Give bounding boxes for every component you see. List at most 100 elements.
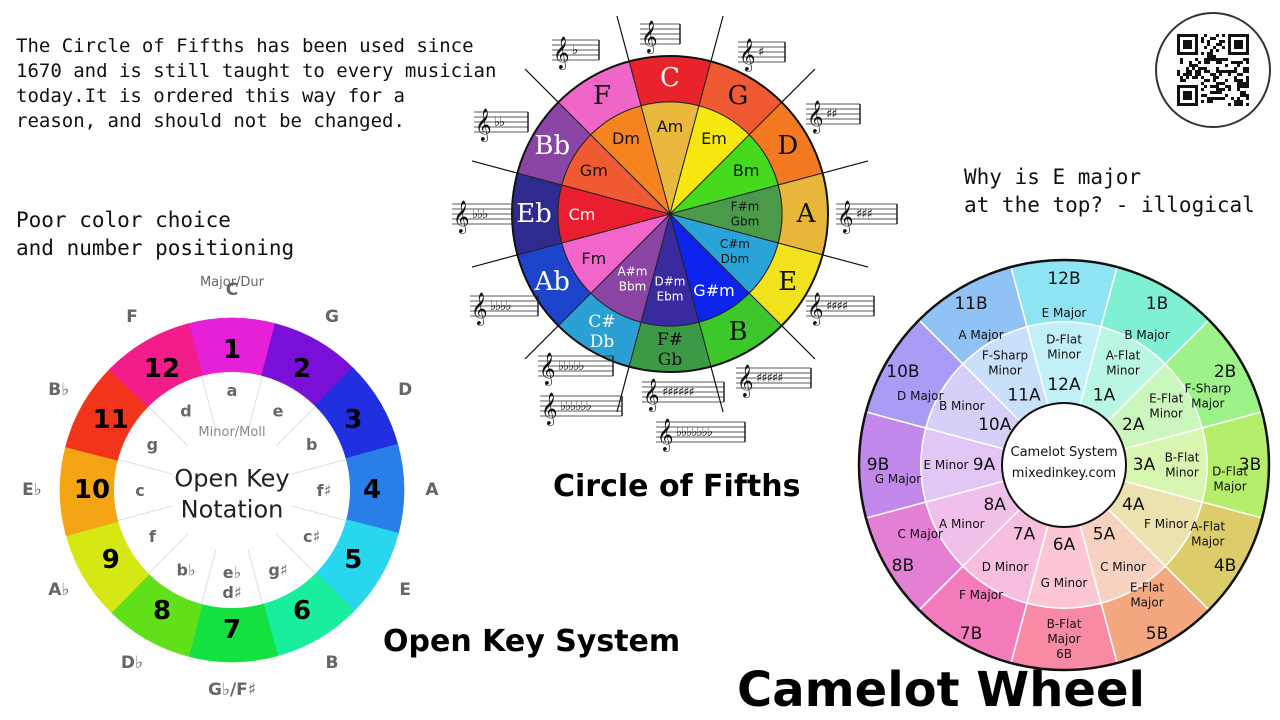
qr-code[interactable] [1155, 12, 1271, 128]
open-key-minor-label: g♯ [268, 560, 287, 579]
open-key-minor-label: b♭ [177, 560, 196, 579]
camelot-outer-code: 1B [1146, 294, 1168, 314]
minor-key-label: Bm [733, 161, 760, 180]
key-signature-accidentals: ♭♭♭♭♭♭ [560, 399, 592, 414]
minor-key-segment [590, 212, 671, 323]
major-key-label: Bb [534, 131, 570, 161]
inner-divider [231, 458, 347, 491]
camelot-inner-code: 2A [1122, 415, 1145, 435]
minor-key-segment [640, 101, 700, 216]
major-key-label: B [728, 317, 747, 347]
separator-line [669, 213, 724, 413]
inner-divider [231, 406, 316, 491]
open-key-minor-label: d [180, 401, 191, 420]
inner-divider [148, 406, 233, 491]
major-key-label: G [728, 81, 749, 111]
camelot-outer-segment [865, 318, 964, 429]
camelot-outer-label: B Major [1124, 328, 1169, 342]
camelot-inner-segment [1079, 507, 1167, 605]
minor-key-label: Dm [612, 128, 640, 147]
outer-ring-border [511, 55, 829, 373]
camelot-inner-segment [1122, 427, 1208, 503]
camelot-inner-segment [1026, 523, 1102, 609]
key-signature-staff: 𝄞 ♭♭♭♭♭ [538, 352, 614, 386]
camelot-inner-label: E-Flat Minor [1149, 392, 1184, 421]
inner-divider [117, 489, 233, 522]
inner-divider [231, 489, 264, 605]
camelot-inner-segment [1106, 480, 1204, 568]
minor-key-segment [640, 212, 700, 327]
camelot-center-title: Camelot System [1011, 445, 1118, 460]
key-signature-accidentals: ♭♭♭♭♭♭♭ [676, 425, 713, 440]
camelot-outer-label: D-Flat Major [1212, 465, 1248, 494]
camelot-inner-code: 8A [983, 495, 1006, 515]
circle-of-fifths-title: Circle of Fifths [553, 469, 801, 504]
minor-key-segment [668, 184, 783, 244]
color-choice-annotation: Poor color choice and number positioning [16, 208, 295, 260]
camelot-center-disc [1001, 402, 1127, 528]
camelot-outer-segment [917, 266, 1028, 365]
minor-key-segment [561, 213, 672, 294]
key-signature-accidentals: ♭♭♭♭♭ [558, 359, 585, 374]
svg-text:𝄞: 𝄞 [541, 392, 558, 426]
camelot-outer-label: F Major [959, 588, 1003, 602]
camelot-inner-segment [961, 325, 1049, 423]
open-key-major-label: F [126, 307, 138, 327]
camelot-inner-segment [924, 362, 1022, 450]
open-key-number: 1 [223, 335, 241, 365]
key-signature-accidentals: ♭♭♭ [472, 207, 488, 222]
minor-key-label: C#m Dbm [720, 237, 750, 266]
separator-line [669, 213, 816, 360]
open-key-major-label: C [226, 280, 238, 300]
camelot-inner-label: A Minor [939, 517, 985, 531]
open-key-major-label: E [399, 580, 411, 600]
open-key-major-label: A [425, 480, 439, 500]
major-key-segment [516, 242, 592, 327]
camelot-outer-label: D Major [897, 389, 943, 403]
svg-text:𝄞: 𝄞 [837, 200, 854, 234]
camelot-inner-code: 5A [1093, 524, 1116, 544]
camelot-inner-code: 10A [978, 415, 1012, 435]
major-key-segment [557, 60, 642, 136]
separator-line [669, 15, 724, 215]
key-ring-segment [65, 519, 150, 614]
camelot-inner-code: 7A [1013, 524, 1036, 544]
inner-divider [148, 489, 233, 574]
ring-background [60, 318, 404, 662]
open-key-number: 10 [74, 475, 110, 505]
camelot-inner-segment [1079, 325, 1167, 423]
camelot-outer-code: 9B [867, 455, 889, 475]
camelot-inner-label: G Minor [1041, 576, 1088, 590]
minor-key-segment [668, 213, 779, 294]
minor-key-label: Gm [580, 161, 608, 180]
key-ring-segment [185, 317, 279, 377]
open-key-number: 8 [153, 596, 171, 626]
open-key-number: 9 [102, 545, 120, 575]
key-signature-accidentals: ♭ [572, 43, 578, 58]
camelot-outer-code: 2B [1214, 362, 1236, 382]
minor-key-label: Cm [569, 205, 596, 224]
separator-line [471, 160, 671, 215]
key-signature-accidentals: ♯♯♯♯ [826, 299, 848, 314]
camelot-outer-label: G Major [875, 472, 921, 486]
major-key-segment [557, 292, 642, 368]
key-signature-staff: 𝄞 ♯♯♯♯ [806, 292, 875, 326]
camelot-outer-segment [1164, 318, 1263, 429]
svg-text:𝄞: 𝄞 [739, 38, 756, 72]
minor-key-segment [561, 134, 672, 215]
key-ring-segment [59, 443, 119, 537]
camelot-outer-border [857, 258, 1271, 672]
open-key-minor-label: g [147, 435, 158, 454]
major-key-segment [698, 60, 783, 136]
camelot-outer-code: 7B [960, 624, 982, 644]
camelot-outer-label: A Major [958, 328, 1003, 342]
camelot-inner-label: F Minor [1144, 517, 1188, 531]
minor-key-label: A#m Bbm [618, 264, 648, 293]
inner-divider [231, 489, 347, 522]
svg-text:𝄞: 𝄞 [657, 418, 674, 452]
svg-text:𝄞: 𝄞 [641, 20, 658, 54]
inner-divider [200, 375, 233, 491]
qr-code-graphic [1174, 31, 1252, 109]
major-key-segment [511, 172, 563, 256]
key-ring-segment [314, 519, 399, 614]
